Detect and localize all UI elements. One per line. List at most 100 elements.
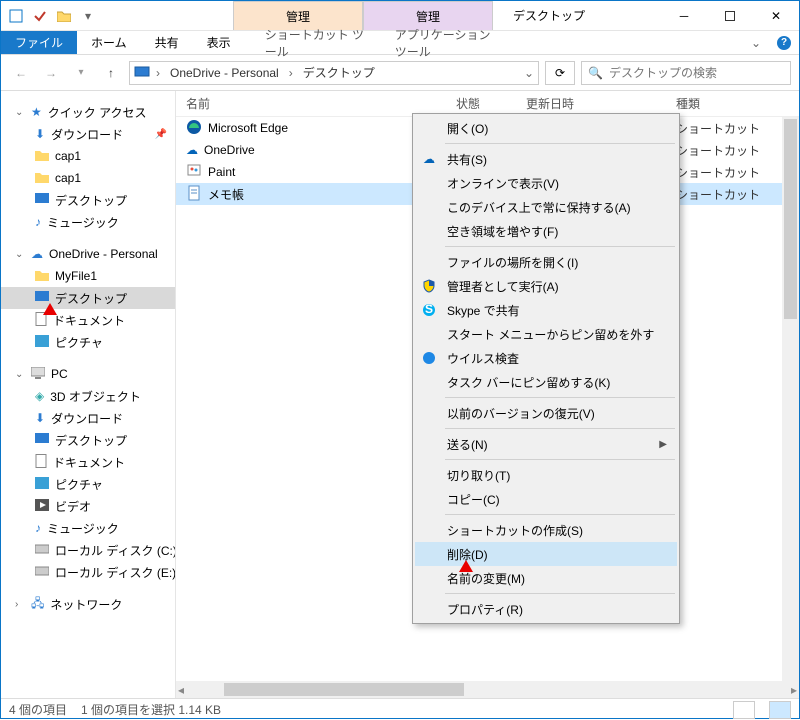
sidebar-item[interactable]: ピクチャ [1, 331, 175, 353]
ctx-run-admin[interactable]: 管理者として実行(A) [415, 274, 677, 298]
search-box[interactable]: 🔍 [581, 61, 791, 85]
sidebar-item[interactable]: ⬇ダウンロード📌 [1, 123, 175, 145]
sidebar-item[interactable]: cap1 [1, 167, 175, 189]
ctx-free-space[interactable]: 空き領域を増やす(F) [415, 219, 677, 243]
sidebar-item[interactable]: ローカル ディスク (C:) [1, 539, 175, 561]
downloads-icon: ⬇ [35, 127, 45, 141]
ctx-always-keep[interactable]: このデバイス上で常に保持する(A) [415, 195, 677, 219]
navigation-pane[interactable]: ⌄★クイック アクセス ⬇ダウンロード📌 cap1 cap1 デスクトップ ♪ミ… [1, 91, 176, 698]
3d-objects-icon: ◈ [35, 389, 44, 403]
cloud-icon: ☁ [186, 143, 198, 157]
window-controls: ─ ✕ [661, 1, 799, 30]
antivirus-icon [421, 350, 437, 366]
close-button[interactable]: ✕ [753, 1, 799, 31]
nav-up-button[interactable]: ↑ [99, 61, 123, 85]
ctx-open[interactable]: 開く(O) [415, 116, 677, 140]
ctx-open-location[interactable]: ファイルの場所を開く(I) [415, 250, 677, 274]
sidebar-item-desktop[interactable]: デスクトップ [1, 287, 175, 309]
qat-folder-icon[interactable] [53, 5, 75, 27]
ribbon-subtab-shortcut-tools[interactable]: ショートカット ツール [251, 31, 381, 54]
drive-icon [35, 565, 49, 579]
breadcrumb-seg[interactable]: デスクトップ [299, 64, 379, 81]
drive-icon [35, 543, 49, 557]
ctx-unpin-start[interactable]: スタート メニューからピン留めを外す [415, 322, 677, 346]
skype-icon: S [421, 302, 437, 318]
sidebar-item[interactable]: ♪ミュージック [1, 211, 175, 233]
ctx-share[interactable]: ☁共有(S) [415, 147, 677, 171]
ctx-rename[interactable]: 名前の変更(M) [415, 566, 677, 590]
col-type[interactable]: 種類 [676, 95, 799, 112]
col-name[interactable]: 名前 [186, 95, 456, 112]
view-details-button[interactable] [733, 701, 755, 719]
desktop-icon [35, 193, 49, 208]
search-input[interactable] [609, 66, 784, 80]
ctx-view-online[interactable]: オンラインで表示(V) [415, 171, 677, 195]
qat-props-icon[interactable] [29, 5, 51, 27]
chevron-right-icon[interactable]: › [289, 66, 293, 80]
status-item-count: 4 個の項目 [9, 701, 67, 718]
ctx-skype-share[interactable]: SSkype で共有 [415, 298, 677, 322]
ribbon-collapse-icon[interactable]: ⌄ [743, 31, 769, 54]
ctx-create-shortcut[interactable]: ショートカットの作成(S) [415, 518, 677, 542]
sidebar-item[interactable]: ローカル ディスク (E:) [1, 561, 175, 583]
file-list[interactable]: 名前 状態 更新日時 種類 Microsoft Edge ⊘ 2022/08/3… [176, 91, 799, 698]
view-tiles-button[interactable] [769, 701, 791, 719]
annotation-marker-icon [459, 560, 473, 572]
sidebar-item[interactable]: ◈3D オブジェクト [1, 385, 175, 407]
sidebar-item[interactable]: ドキュメント [1, 309, 175, 331]
paint-icon [186, 163, 202, 182]
main-area: ⌄★クイック アクセス ⬇ダウンロード📌 cap1 cap1 デスクトップ ♪ミ… [1, 91, 799, 698]
nav-forward-button[interactable]: → [39, 61, 63, 85]
sidebar-item[interactable]: デスクトップ [1, 189, 175, 211]
breadcrumb-seg[interactable]: OneDrive - Personal [166, 66, 283, 80]
window-title: デスクトップ [493, 1, 661, 30]
address-bar[interactable]: › OneDrive - Personal › デスクトップ ⌄ [129, 61, 539, 85]
maximize-button[interactable] [707, 1, 753, 31]
ribbon-subtab-app-tools[interactable]: アプリケーション ツール [381, 31, 511, 54]
pictures-icon [35, 335, 49, 350]
sidebar-item[interactable]: MyFile1 [1, 265, 175, 287]
ribbon: ファイル ホーム 共有 表示 ショートカット ツール アプリケーション ツール … [1, 31, 799, 55]
ribbon-tab-view[interactable]: 表示 [193, 31, 245, 54]
sidebar-item[interactable]: ♪ミュージック [1, 517, 175, 539]
ctx-virus-scan[interactable]: ウイルス検査 [415, 346, 677, 370]
context-menu: 開く(O) ☁共有(S) オンラインで表示(V) このデバイス上で常に保持する(… [412, 113, 680, 624]
sidebar-item[interactable]: ⬇ダウンロード [1, 407, 175, 429]
music-icon: ♪ [35, 215, 41, 229]
ctx-copy[interactable]: コピー(C) [415, 487, 677, 511]
chevron-right-icon[interactable]: › [156, 66, 160, 80]
minimize-button[interactable]: ─ [661, 1, 707, 31]
ctx-properties[interactable]: プロパティ(R) [415, 597, 677, 621]
sidebar-item[interactable]: ピクチャ [1, 473, 175, 495]
ctx-pin-taskbar[interactable]: タスク バーにピン留めする(K) [415, 370, 677, 394]
ribbon-tab-file[interactable]: ファイル [1, 31, 77, 54]
quick-access-toolbar: ▾ [1, 1, 103, 30]
ctx-send-to[interactable]: 送る(N)▶ [415, 432, 677, 456]
ctx-prev-versions[interactable]: 以前のバージョンの復元(V) [415, 401, 677, 425]
ribbon-tab-home[interactable]: ホーム [77, 31, 141, 54]
address-dropdown-icon[interactable]: ⌄ [524, 66, 534, 80]
sidebar-network[interactable]: ›🖧ネットワーク [1, 593, 175, 615]
help-button[interactable]: ? [769, 31, 799, 54]
ribbon-tab-share[interactable]: 共有 [141, 31, 193, 54]
sidebar-quick-access[interactable]: ⌄★クイック アクセス [1, 101, 175, 123]
qat-dropdown-icon[interactable]: ▾ [77, 5, 99, 27]
sidebar-item[interactable]: ビデオ [1, 495, 175, 517]
refresh-button[interactable]: ⟳ [545, 61, 575, 85]
ctx-delete[interactable]: 削除(D) [415, 542, 677, 566]
horizontal-scrollbar[interactable]: ◂▸ [176, 681, 799, 698]
sidebar-item[interactable]: cap1 [1, 145, 175, 167]
vertical-scrollbar[interactable] [782, 117, 799, 681]
sidebar-pc[interactable]: ⌄PC [1, 363, 175, 385]
nav-back-button[interactable]: ← [9, 61, 33, 85]
nav-recent-dropdown[interactable]: ▾ [69, 61, 93, 85]
sidebar-item[interactable]: ドキュメント [1, 451, 175, 473]
status-selection: 1 個の項目を選択 1.14 KB [81, 701, 221, 718]
sidebar-onedrive[interactable]: ⌄☁OneDrive - Personal [1, 243, 175, 265]
sidebar-item[interactable]: デスクトップ [1, 429, 175, 451]
folder-icon [35, 149, 49, 163]
ctx-cut[interactable]: 切り取り(T) [415, 463, 677, 487]
search-icon: 🔍 [588, 66, 603, 80]
col-date[interactable]: 更新日時 [526, 95, 676, 112]
col-status[interactable]: 状態 [456, 95, 526, 112]
